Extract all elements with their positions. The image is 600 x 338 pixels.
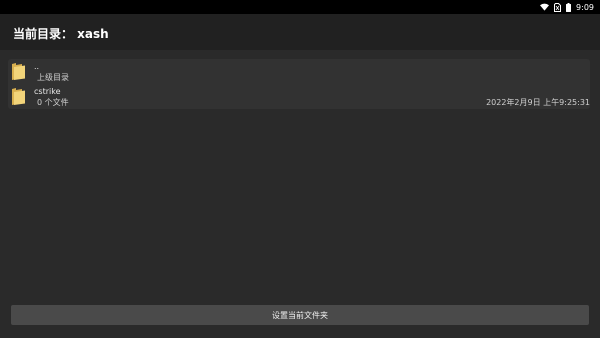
folder-icon [12,63,25,80]
file-list: .. 上级目录 cstrike 0 个文件 2022年2月9日 上午9:25:3… [8,59,590,109]
app-bar: 当前目录： xash [0,14,600,50]
set-current-folder-button[interactable]: 设置当前文件夹 [11,305,589,325]
clock: 9:09 [576,2,594,12]
sim-no-signal-icon [554,2,562,12]
wifi-icon [540,3,550,11]
file-subtitle: 上级目录 [37,73,69,82]
file-name: cstrike [34,87,61,96]
page-title: 当前目录： xash [13,27,109,41]
folder-icon [12,88,25,105]
status-bar: 9:09 [0,0,600,14]
file-date: 2022年2月9日 上午9:25:31 [486,98,590,107]
battery-icon [566,2,572,12]
file-name: .. [34,62,40,71]
list-item-parent-directory[interactable]: .. 上级目录 [8,60,590,84]
list-item-cstrike[interactable]: cstrike 0 个文件 2022年2月9日 上午9:25:31 [8,85,590,109]
file-subtitle: 0 个文件 [37,98,69,107]
